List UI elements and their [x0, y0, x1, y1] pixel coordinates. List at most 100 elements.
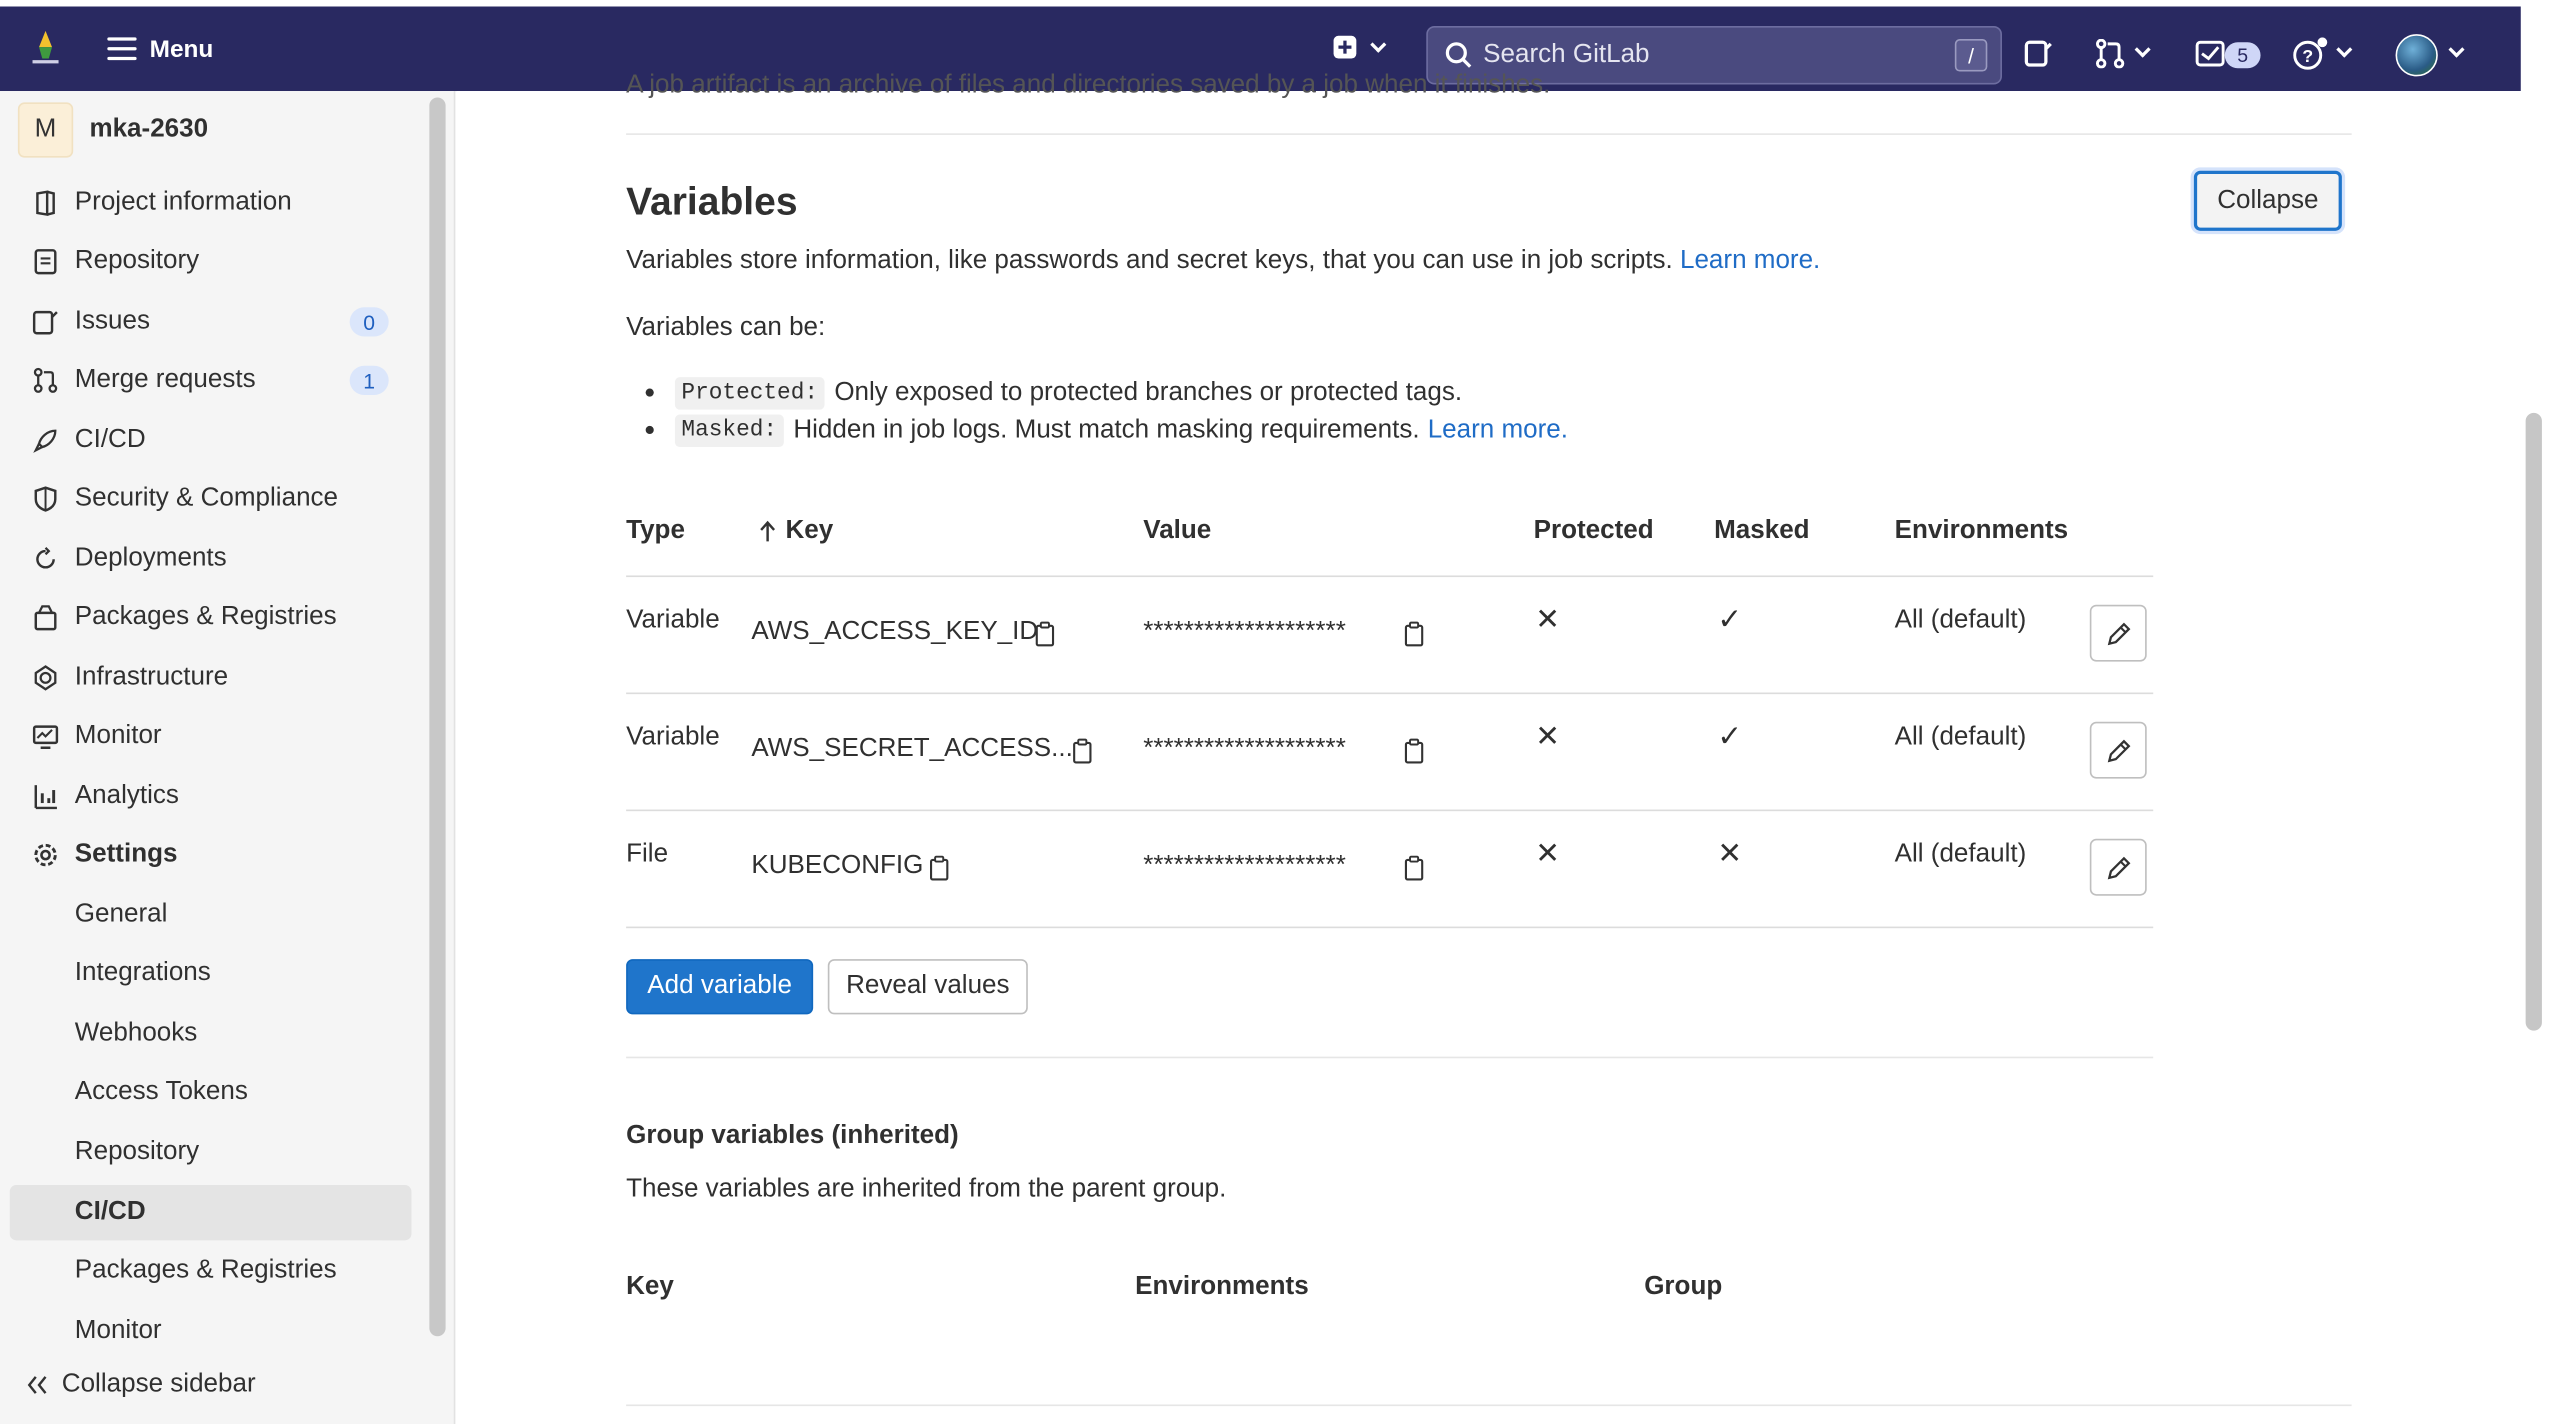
sidebar-item-merge-requests[interactable]: Merge requests 1	[10, 353, 412, 408]
sidebar-subitem-cicd[interactable]: CI/CD	[9, 1185, 412, 1241]
main-content: A job artifact is an archive of files an…	[456, 72, 2523, 1424]
sidebar-subitem-integrations[interactable]: Integrations	[10, 946, 412, 1001]
hamburger-icon	[107, 37, 137, 61]
variables-can-be: Variables can be:	[626, 313, 826, 342]
masked-status: ✓	[1717, 720, 1742, 753]
protected-status: ✕	[1535, 720, 1560, 753]
create-new-dropdown[interactable]	[1333, 35, 1387, 59]
project-header[interactable]: M mka-2630	[17, 102, 209, 158]
column-header-key[interactable]: Key	[759, 517, 833, 546]
merge-request-icon[interactable]	[2095, 39, 2128, 69]
sidebar-subitem-monitor[interactable]: Monitor	[10, 1304, 412, 1359]
masked-status: ✓	[1717, 603, 1742, 636]
copy-key-icon[interactable]	[1072, 738, 1095, 764]
pencil-icon	[2106, 621, 2130, 645]
sidebar-subitem-label: General	[74, 900, 168, 929]
table-divider	[626, 575, 2154, 578]
sidebar-item-security-compliance[interactable]: Security & Compliance	[10, 471, 412, 526]
variable-value: ********************	[1143, 734, 1346, 763]
help-icon[interactable]: ?	[2293, 37, 2329, 70]
menu-button[interactable]: Menu	[107, 29, 213, 68]
sidebar-subitem-access-tokens[interactable]: Access Tokens	[10, 1065, 412, 1120]
edit-variable-button[interactable]	[2089, 838, 2147, 896]
section-title: Variables	[626, 180, 798, 225]
sidebar-subitem-label: Webhooks	[74, 1019, 198, 1047]
column-header-type[interactable]: Type	[626, 517, 685, 546]
description-text: Variables store information, like passwo…	[626, 247, 1673, 275]
merge-request-icon	[33, 367, 58, 393]
table-divider	[626, 692, 2154, 695]
column-header-value: Value	[1143, 516, 1212, 545]
sidebar-item-analytics[interactable]: Analytics	[10, 769, 412, 824]
collapse-button[interactable]: Collapse	[2193, 170, 2342, 231]
bullet-text: Hidden in job logs. Must match masking r…	[793, 416, 1420, 444]
sidebar-item-label: Repository	[74, 247, 200, 275]
sidebar-item-packages-registries[interactable]: Packages & Registries	[10, 590, 412, 645]
menu-label: Menu	[149, 34, 214, 63]
sidebar-item-label: Monitor	[74, 721, 162, 750]
info-icon	[36, 190, 55, 217]
search-shortcut-key: /	[1954, 39, 1988, 72]
sidebar: M mka-2630 Project information Repositor…	[0, 91, 456, 1424]
sidebar-item-infrastructure[interactable]: Infrastructure	[10, 650, 412, 705]
chevron-down-icon	[1370, 35, 1387, 52]
sidebar-subitem-packages-registries[interactable]: Packages & Registries	[10, 1244, 412, 1299]
masked-code: Masked:	[674, 414, 784, 448]
sidebar-item-monitor[interactable]: Monitor	[10, 709, 412, 764]
masking-learn-more-link[interactable]: Learn more.	[1428, 416, 1568, 445]
sidebar-subitem-repository[interactable]: Repository	[10, 1125, 412, 1180]
sidebar-subitem-label: Packages & Registries	[74, 1256, 337, 1285]
company-logo[interactable]	[23, 26, 69, 72]
edit-variable-button[interactable]	[2089, 721, 2147, 779]
chevron-down-icon[interactable]	[2134, 41, 2151, 58]
project-name: mka-2630	[89, 115, 209, 144]
sidebar-item-project-information[interactable]: Project information	[10, 176, 412, 231]
reveal-values-button[interactable]: Reveal values	[827, 959, 1028, 1015]
page-scrollbar[interactable]	[2525, 412, 2542, 1031]
sidebar-item-label: Deployments	[74, 544, 227, 573]
copy-key-icon[interactable]	[929, 855, 952, 881]
sidebar-item-cicd[interactable]: CI/CD	[10, 413, 412, 468]
user-avatar[interactable]	[2395, 34, 2438, 77]
todo-icon[interactable]	[2195, 40, 2225, 67]
sidebar-item-repository[interactable]: Repository	[10, 234, 412, 289]
sidebar-item-label: Project information	[74, 188, 292, 217]
svg-text:?: ?	[2302, 46, 2313, 66]
sidebar-item-settings[interactable]: Settings	[10, 827, 412, 882]
sidebar-scrollbar[interactable]	[429, 97, 446, 1337]
column-header-masked: Masked	[1714, 516, 1810, 545]
variable-value: ********************	[1143, 851, 1346, 880]
section-divider	[626, 133, 2352, 135]
package-icon	[34, 605, 57, 631]
variable-type: Variable	[626, 723, 720, 752]
add-variable-button[interactable]: Add variable	[626, 959, 814, 1015]
bullet-text: Only exposed to protected branches or pr…	[834, 378, 1463, 407]
project-avatar: M	[17, 102, 74, 158]
column-header-label: Key	[785, 516, 834, 545]
sidebar-item-deployments[interactable]: Deployments	[10, 532, 412, 587]
copy-value-icon[interactable]	[1403, 738, 1426, 764]
copy-value-icon[interactable]	[1403, 621, 1426, 647]
variable-environment: All (default)	[1894, 840, 2027, 869]
issues-icon[interactable]	[2023, 39, 2052, 68]
sidebar-subitem-general[interactable]: General	[10, 888, 412, 943]
variable-type: File	[626, 840, 669, 869]
copy-key-icon[interactable]	[1034, 621, 1057, 647]
merge-requests-count-badge: 1	[349, 365, 389, 396]
doc-icon	[34, 249, 57, 275]
learn-more-link[interactable]: Learn more.	[1680, 247, 1820, 275]
collapse-sidebar-button[interactable]: Collapse sidebar	[26, 1370, 256, 1399]
artifacts-description: A job artifact is an archive of files an…	[626, 71, 1551, 100]
copy-value-icon[interactable]	[1403, 855, 1426, 881]
edit-variable-button[interactable]	[2089, 604, 2147, 662]
sidebar-item-label: Security & Compliance	[74, 484, 339, 513]
pencil-icon	[2106, 855, 2130, 879]
sidebar-subitem-webhooks[interactable]: Webhooks	[10, 1006, 412, 1061]
sidebar-item-label: Analytics	[74, 781, 179, 810]
chevron-down-icon[interactable]	[2336, 41, 2353, 58]
sidebar-item-label: Issues	[74, 307, 151, 335]
sidebar-item-issues[interactable]: Issues 0	[10, 294, 412, 349]
variable-environment: All (default)	[1894, 606, 2027, 634]
chevron-down-icon[interactable]	[2448, 41, 2465, 58]
deployments-icon	[36, 547, 55, 569]
